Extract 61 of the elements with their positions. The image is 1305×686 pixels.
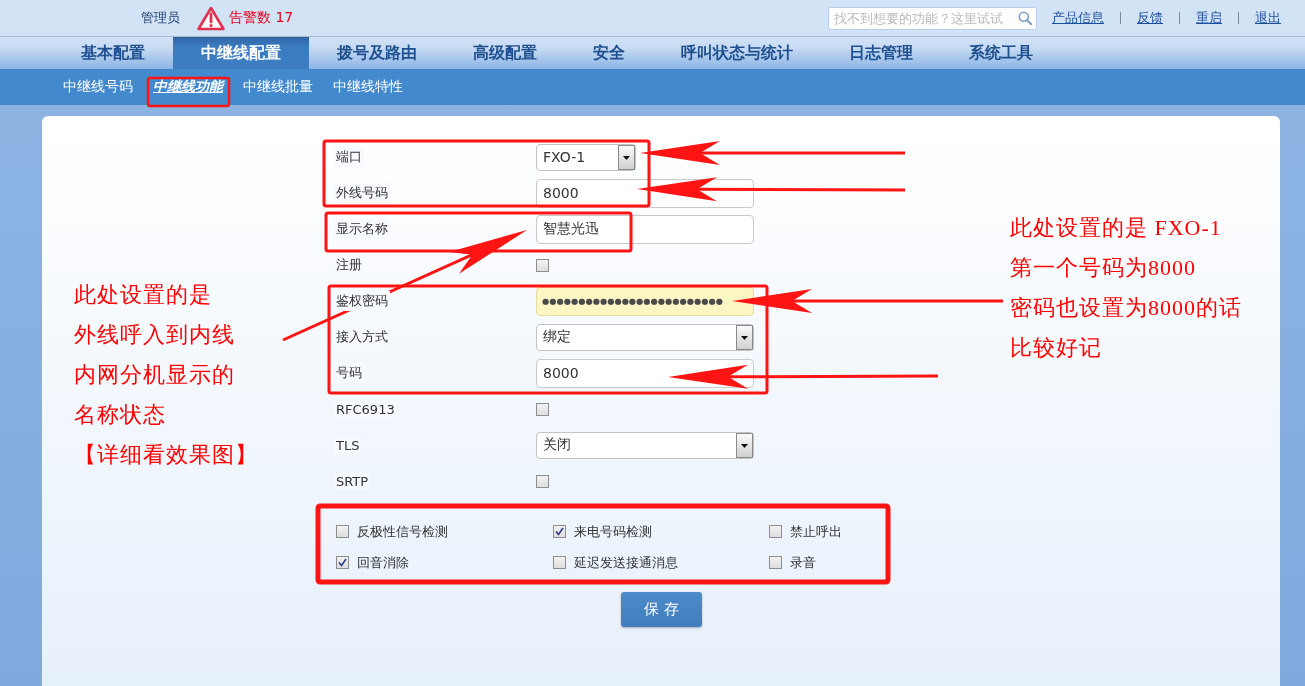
checkbox[interactable] <box>769 556 782 569</box>
checkbox[interactable] <box>769 525 782 538</box>
option-label: 禁止呼出 <box>790 522 842 541</box>
checkbox[interactable] <box>336 525 349 538</box>
annotation-text: 比较好记 <box>1010 334 1102 362</box>
checkbox[interactable] <box>553 556 566 569</box>
warning-icon <box>197 5 225 31</box>
caret-icon[interactable] <box>736 324 753 350</box>
nav-tab[interactable]: 拨号及路由 <box>309 37 445 69</box>
password-field[interactable]: ●●●●●●●●●●●●●●●●●●●●●●●●● <box>536 286 754 316</box>
dropdown[interactable]: 关闭 <box>536 431 754 459</box>
annotation-text: 【详细看效果图】 <box>74 441 258 469</box>
field-label: 外线号码 <box>334 183 390 203</box>
field-label: SRTP <box>334 472 371 490</box>
search-field[interactable]: 找不到想要的功能？这里试试 <box>828 6 1037 30</box>
checkbox[interactable] <box>536 402 549 416</box>
option-label: 来电号码检测 <box>574 522 652 541</box>
nav-tab[interactable]: 安全 <box>565 37 653 69</box>
header-link[interactable]: 反馈 <box>1137 9 1163 27</box>
nav-tab[interactable]: 中继线配置 <box>173 37 309 69</box>
checkbox[interactable] <box>553 525 566 538</box>
dropdown[interactable]: FXO-1 <box>536 143 636 171</box>
text-field[interactable]: 智慧光迅 <box>536 214 754 244</box>
caret-icon[interactable] <box>736 432 753 458</box>
nav-tab[interactable]: 呼叫状态与统计 <box>653 37 821 69</box>
field-label: TLS <box>334 436 362 454</box>
subnav-tab[interactable]: 中继线功能 <box>153 78 223 96</box>
nav-tab[interactable]: 系统工具 <box>941 37 1061 69</box>
annotation-text: 密码也设置为8000的话 <box>1010 294 1242 322</box>
user-name: 管理员 <box>141 9 180 27</box>
field-label: 端口 <box>334 147 364 167</box>
header-link[interactable]: 重启 <box>1196 9 1222 27</box>
field-label: RFC6913 <box>334 400 397 418</box>
nav-tab[interactable]: 高级配置 <box>445 37 565 69</box>
subnav-tab[interactable]: 中继线号码 <box>63 78 133 96</box>
field-label: 鉴权密码 <box>334 291 390 311</box>
caret-icon[interactable] <box>618 144 635 170</box>
field-label: 显示名称 <box>334 219 390 239</box>
annotation-text: 外线呼入到内线 <box>74 321 235 349</box>
annotation-text: 此处设置的是 FXO-1 <box>1010 214 1222 242</box>
option-label: 反极性信号检测 <box>357 522 448 541</box>
checkbox[interactable] <box>336 556 349 569</box>
option-label: 回音消除 <box>357 553 409 572</box>
option-label: 延迟发送接通消息 <box>574 553 678 572</box>
annotation-text: 名称状态 <box>74 401 166 429</box>
checkbox[interactable] <box>536 258 549 272</box>
dropdown[interactable]: 绑定 <box>536 323 754 351</box>
header-link[interactable]: 产品信息 <box>1052 9 1104 27</box>
subnav-tab[interactable]: 中继线批量 <box>243 78 313 96</box>
header-link[interactable]: 退出 <box>1255 9 1281 27</box>
nav-tab[interactable]: 日志管理 <box>821 37 941 69</box>
nav-tab[interactable]: 基本配置 <box>53 37 173 69</box>
checkbox[interactable] <box>536 474 549 488</box>
annotation-text: 内网分机显示的 <box>74 361 235 389</box>
annotation-text: 第一个号码为8000 <box>1010 254 1196 282</box>
search-icon[interactable] <box>1018 11 1032 25</box>
option-label: 录音 <box>790 553 816 572</box>
subnav-tab[interactable]: 中继线特性 <box>333 78 403 96</box>
annotation-text: 此处设置的是 <box>74 281 212 309</box>
alarm-count[interactable]: 告警数 17 <box>229 9 294 27</box>
save-button[interactable]: 保 存 <box>621 592 702 627</box>
